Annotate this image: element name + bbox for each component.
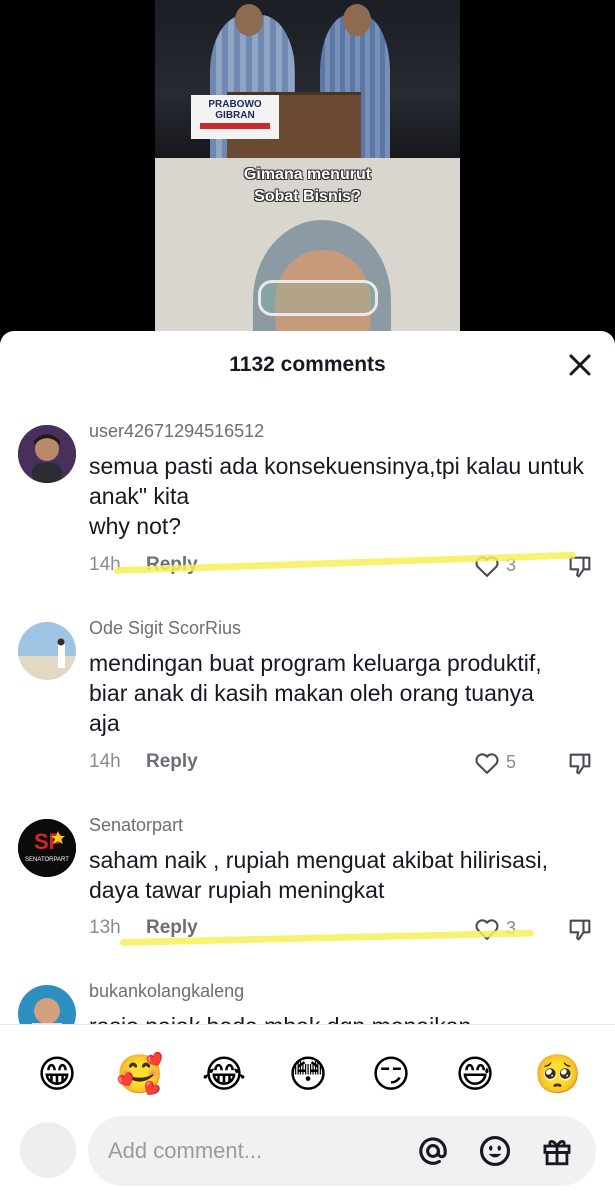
- comment-username[interactable]: Ode Sigit ScorRius: [89, 618, 241, 639]
- emoji-pleading[interactable]: 🥺: [533, 1049, 583, 1099]
- emoji-smiling-hearts[interactable]: 🥰: [115, 1049, 165, 1099]
- dislike-icon[interactable]: [566, 750, 594, 778]
- gift-icon[interactable]: [540, 1134, 574, 1168]
- podium-sign-line2: GIBRAN: [215, 110, 255, 121]
- mention-icon[interactable]: [416, 1134, 450, 1168]
- close-icon[interactable]: [566, 351, 594, 379]
- comments-count-title: 1132 comments: [229, 353, 386, 376]
- emoji-grin[interactable]: 😁: [32, 1049, 82, 1099]
- comment-text: semua pasti ada konsekuensinya,tpi kalau…: [89, 451, 589, 541]
- emoji-flushed[interactable]: 😳: [283, 1049, 333, 1099]
- video-frame-bottom: Gimana menurut Sobat Bisnis?: [155, 158, 460, 360]
- avatar[interactable]: SP SENATORPART: [18, 819, 76, 877]
- heart-icon: [475, 919, 499, 940]
- avatar[interactable]: [18, 622, 76, 680]
- comment-username[interactable]: Senatorpart: [89, 815, 183, 836]
- emoji-sweat-smile[interactable]: 😅: [450, 1049, 500, 1099]
- video-frame-top: PRABOWO GIBRAN: [155, 0, 460, 158]
- podium-sign: PRABOWO GIBRAN: [191, 95, 279, 139]
- comment-input-container[interactable]: [88, 1116, 596, 1186]
- comment-text-content: semua pasti ada konsekuensinya,tpi kalau…: [89, 453, 584, 539]
- emoji-icon[interactable]: [478, 1134, 512, 1168]
- video-caption-line2: Sobat Bisnis?: [254, 188, 361, 205]
- like-count: 5: [506, 752, 517, 772]
- video-background[interactable]: PRABOWO GIBRAN Gimana menurut Sobat Bisn…: [0, 0, 615, 360]
- comment-input[interactable]: [108, 1134, 398, 1168]
- reply-button[interactable]: Reply: [146, 751, 198, 773]
- emoji-joy[interactable]: 😂: [199, 1049, 249, 1099]
- podium-sign-line1: PRABOWO: [208, 99, 262, 110]
- comment-time: 14h: [89, 751, 121, 772]
- my-avatar[interactable]: [20, 1122, 76, 1178]
- reply-button[interactable]: Reply: [146, 917, 198, 939]
- comment-text: mendingan buat program keluarga produkti…: [89, 650, 542, 736]
- emoji-smirk[interactable]: 😏: [366, 1049, 416, 1099]
- presenter-glasses: [258, 280, 378, 316]
- video-caption-line1: Gimana menurut: [243, 166, 372, 183]
- like-button[interactable]: 5: [473, 749, 533, 779]
- dislike-icon[interactable]: [566, 916, 594, 944]
- comment-text: saham naik , rupiah menguat akibat hilir…: [89, 847, 548, 903]
- comment-time: 13h: [89, 917, 121, 938]
- speaker-head: [343, 4, 371, 36]
- heart-icon: [475, 753, 499, 774]
- speaker-head: [235, 4, 263, 36]
- comment-username[interactable]: bukankolangkaleng: [89, 981, 244, 1002]
- comment-username[interactable]: user42671294516512: [89, 421, 264, 442]
- avatar[interactable]: [18, 425, 76, 483]
- comment-composer-bar: 😁 🥰 😂 😳 😏 😅 🥺: [0, 1024, 615, 1200]
- avatar-text: SENATORPART: [25, 857, 69, 863]
